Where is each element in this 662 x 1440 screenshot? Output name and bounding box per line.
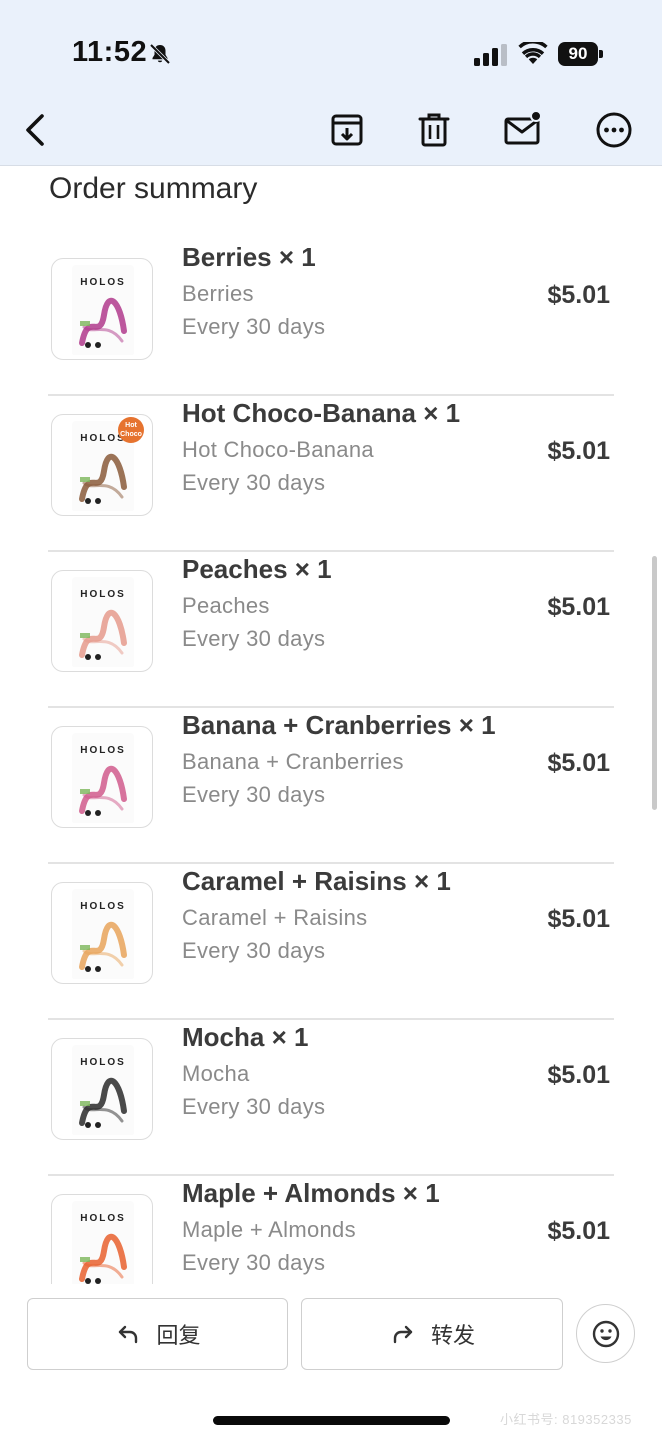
- item-variant: Mocha: [182, 1061, 250, 1086]
- product-swirl-graphic: [79, 609, 127, 660]
- item-title: Mocha × 1: [182, 1022, 309, 1052]
- product-image: HOLOS: [51, 570, 153, 672]
- item-frequency: Every 30 days: [182, 470, 326, 495]
- item-title: Berries × 1: [182, 242, 316, 272]
- scrollbar[interactable]: [652, 556, 657, 810]
- order-item: HOLOS Banana + Cranberries × 1 Banana + …: [48, 708, 614, 864]
- item-price: $5.01: [547, 1217, 610, 1245]
- item-title: Caramel + Raisins × 1: [182, 866, 451, 896]
- product-swirl-graphic: [79, 453, 127, 504]
- product-image: HOLOS: [51, 1194, 153, 1284]
- new-badge-icon: Hot Choco: [118, 417, 144, 443]
- back-icon: [26, 114, 44, 146]
- item-price: $5.01: [547, 593, 610, 621]
- product-bag: HOLOS: [72, 1201, 134, 1284]
- status-time: 11:52: [72, 36, 148, 68]
- order-item: HOLOS Hot Choco Hot Choco-Banana × 1 Hot …: [48, 396, 614, 552]
- more-button[interactable]: [592, 108, 636, 152]
- top-bar: 11:52 90: [0, 0, 662, 166]
- product-swirl-graphic: [79, 921, 127, 972]
- product-bag: HOLOS: [72, 577, 134, 667]
- item-title: Maple + Almonds × 1: [182, 1178, 440, 1208]
- order-item: HOLOS Mocha × 1 Mocha Every 30 days $5.0…: [48, 1020, 614, 1176]
- delete-button[interactable]: [412, 108, 456, 152]
- back-button[interactable]: [14, 108, 58, 152]
- bottom-action-bar: 回复 转发 小红书号: 819352335: [0, 1284, 662, 1440]
- mail-unread-icon: [504, 110, 542, 145]
- trash-icon: [418, 113, 450, 147]
- emoji-reaction-button[interactable]: [576, 1304, 635, 1363]
- email-body[interactable]: Order summary HOLOS Berries × 1 Berries …: [0, 166, 662, 1284]
- bell-off-icon: [149, 43, 171, 65]
- watermark: 小红书号: 819352335: [500, 1412, 632, 1427]
- brand-logo: HOLOS: [80, 1057, 126, 1068]
- section-title: Order summary: [49, 172, 258, 205]
- item-variant: Caramel + Raisins: [182, 905, 368, 930]
- product-swirl-graphic: [79, 765, 127, 816]
- reply-button[interactable]: 回复: [27, 1298, 288, 1370]
- item-title: Banana + Cranberries × 1: [182, 710, 496, 740]
- order-item: HOLOS Peaches × 1 Peaches Every 30 days …: [48, 552, 614, 708]
- battery-cap: [599, 50, 603, 58]
- more-icon: [596, 112, 632, 148]
- item-frequency: Every 30 days: [182, 938, 326, 963]
- product-swirl-graphic: [79, 1233, 127, 1284]
- item-variant: Hot Choco-Banana: [182, 437, 374, 462]
- wifi-icon: [518, 42, 548, 64]
- item-frequency: Every 30 days: [182, 626, 326, 651]
- reply-label: 回复: [156, 1323, 201, 1348]
- brand-logo: HOLOS: [80, 1213, 126, 1224]
- product-bag: HOLOS: [72, 889, 134, 979]
- brand-logo: HOLOS: [80, 589, 126, 600]
- signal-icon: [474, 44, 507, 66]
- archive-button[interactable]: [325, 108, 369, 152]
- mark-unread-button[interactable]: [500, 108, 544, 152]
- product-bag: HOLOS: [72, 1045, 134, 1135]
- smiley-icon: [592, 1320, 619, 1347]
- product-image: HOLOS: [51, 882, 153, 984]
- order-item: HOLOS Maple + Almonds × 1 Maple + Almond…: [48, 1176, 614, 1284]
- product-image: HOLOS: [51, 726, 153, 828]
- archive-icon: [331, 114, 363, 146]
- item-variant: Peaches: [182, 593, 270, 618]
- item-variant: Maple + Almonds: [182, 1217, 356, 1242]
- battery-level: 90: [558, 42, 598, 66]
- home-indicator[interactable]: [213, 1416, 450, 1425]
- forward-button[interactable]: 转发: [301, 1298, 563, 1370]
- product-image: HOLOS: [51, 258, 153, 360]
- item-frequency: Every 30 days: [182, 1250, 326, 1275]
- forward-icon: [393, 1325, 413, 1344]
- product-swirl-graphic: [79, 1077, 127, 1128]
- order-item: HOLOS Caramel + Raisins × 1 Caramel + Ra…: [48, 864, 614, 1020]
- item-price: $5.01: [547, 905, 610, 933]
- battery-icon: 90: [558, 42, 604, 66]
- item-price: $5.01: [547, 1061, 610, 1089]
- item-frequency: Every 30 days: [182, 782, 326, 807]
- item-frequency: Every 30 days: [182, 1094, 326, 1119]
- product-bag: HOLOS: [72, 733, 134, 823]
- item-variant: Banana + Cranberries: [182, 749, 404, 774]
- product-image: HOLOS: [51, 1038, 153, 1140]
- brand-logo: HOLOS: [80, 901, 126, 912]
- item-price: $5.01: [547, 749, 610, 777]
- item-title: Hot Choco-Banana × 1: [182, 398, 461, 428]
- order-items-list: HOLOS Berries × 1 Berries Every 30 days …: [48, 240, 614, 1284]
- product-bag: HOLOS: [72, 265, 134, 355]
- item-frequency: Every 30 days: [182, 314, 326, 339]
- forward-label: 转发: [430, 1323, 475, 1348]
- item-price: $5.01: [547, 437, 610, 465]
- brand-logo: HOLOS: [80, 277, 126, 288]
- item-variant: Berries: [182, 281, 254, 306]
- order-item: HOLOS Berries × 1 Berries Every 30 days …: [48, 240, 614, 396]
- item-price: $5.01: [547, 281, 610, 309]
- product-swirl-graphic: [79, 297, 127, 348]
- product-image: HOLOS Hot Choco: [51, 414, 153, 516]
- reply-icon: [119, 1325, 138, 1344]
- brand-logo: HOLOS: [80, 745, 126, 756]
- item-title: Peaches × 1: [182, 554, 332, 584]
